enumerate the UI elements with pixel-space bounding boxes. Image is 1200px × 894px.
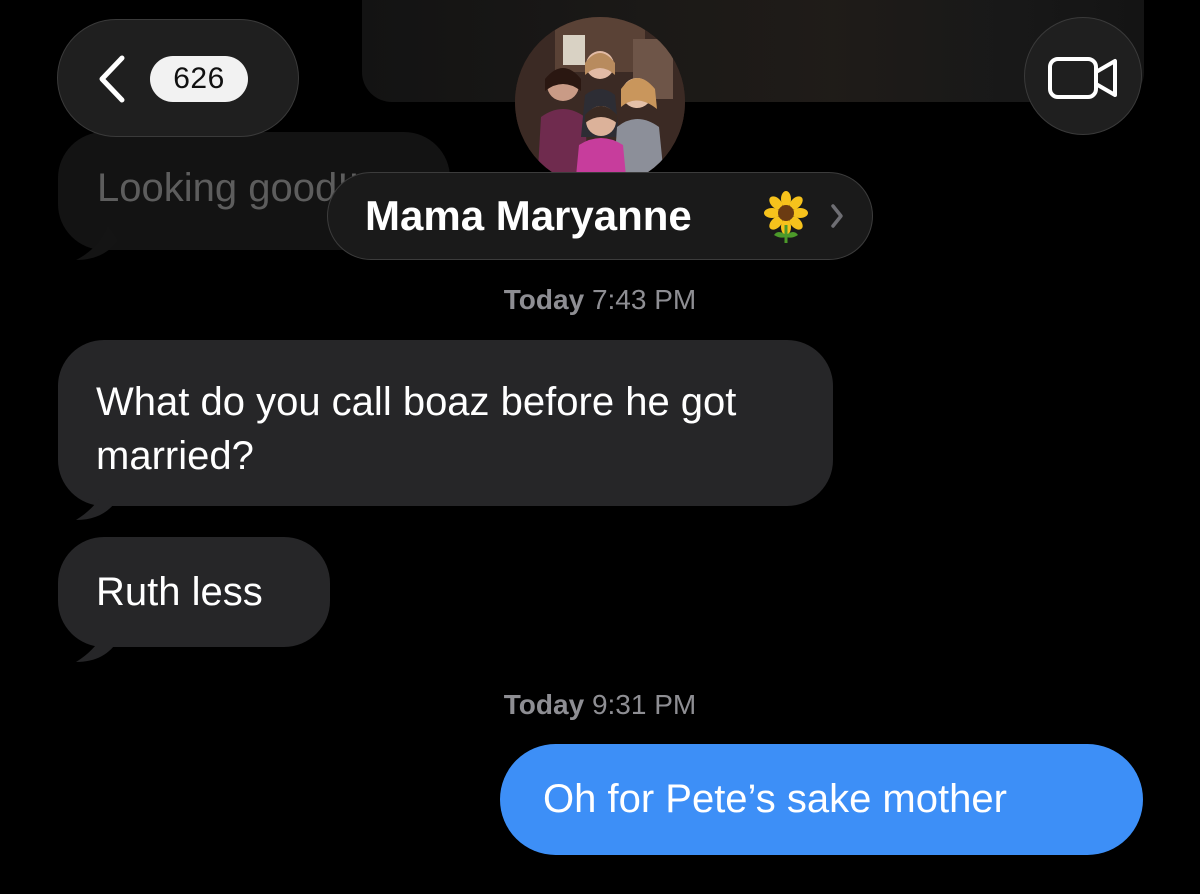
timestamp-day: Today — [503, 284, 585, 315]
contact-name-button[interactable]: Mama Maryanne — [327, 172, 873, 260]
contact-avatar[interactable] — [515, 17, 685, 187]
video-camera-icon — [1048, 57, 1117, 99]
back-button[interactable]: 626 — [57, 19, 299, 137]
messages-screen: Looking good!! 626 Mama Maryanne Today 7… — [0, 0, 1200, 894]
message-text: Ruth less — [96, 570, 263, 614]
chevron-right-icon — [831, 204, 843, 228]
timestamp-time: 9:31 PM — [591, 689, 697, 720]
timestamp-day: Today — [503, 689, 585, 720]
message-bubble-incoming[interactable]: What do you call boaz before he got marr… — [58, 340, 833, 506]
timestamp-time: 7:43 PM — [591, 284, 697, 315]
contact-name: Mama Maryanne — [365, 192, 692, 239]
message-text: What do you call boaz before he got marr… — [96, 380, 737, 478]
timestamp: Today 7:43 PM — [0, 284, 1200, 316]
contact-photo — [515, 17, 685, 187]
bubble-tail — [76, 482, 118, 520]
sunflower-icon — [764, 191, 808, 243]
unread-count-badge: 626 — [150, 56, 248, 102]
faded-bubble-tail — [76, 226, 118, 260]
message-bubble-outgoing[interactable]: Oh for Pete’s sake mother — [500, 744, 1143, 855]
bubble-tail — [76, 624, 118, 662]
faded-message-text: Looking good!! — [97, 166, 360, 210]
timestamp: Today 9:31 PM — [0, 689, 1200, 721]
video-call-button[interactable] — [1024, 17, 1142, 135]
chevron-left-icon — [99, 55, 125, 103]
message-text: Oh for Pete’s sake mother — [543, 777, 1007, 821]
